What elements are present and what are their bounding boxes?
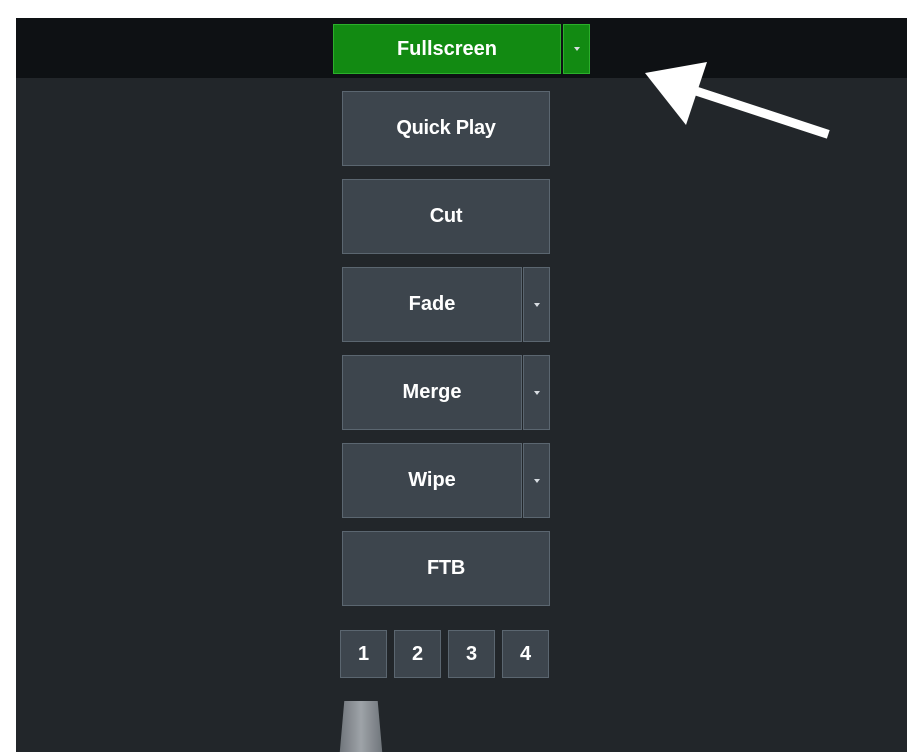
fullscreen-dropdown-button[interactable] <box>563 24 590 74</box>
cut-label: Cut <box>429 205 463 227</box>
fullscreen-label: Fullscreen <box>396 37 498 60</box>
ftb-button[interactable]: FTB <box>342 531 550 606</box>
wipe-dropdown-button[interactable] <box>523 443 550 518</box>
quick-play-button[interactable]: Quick Play <box>342 91 550 166</box>
transition-2-button[interactable]: 2 <box>394 630 441 678</box>
transition-3-button[interactable]: 3 <box>448 630 495 678</box>
chevron-down-icon <box>533 302 540 307</box>
transition-panel: Fullscreen Quick Play Cut Fade Merge Wip… <box>16 18 907 752</box>
transition-1-label: 1 <box>357 642 370 665</box>
merge-button[interactable]: Merge <box>342 355 522 430</box>
merge-label: Merge <box>402 381 462 403</box>
chevron-down-icon <box>533 478 540 483</box>
top-toolbar: Fullscreen <box>16 18 907 78</box>
transition-4-label: 4 <box>519 642 532 665</box>
transition-1-button[interactable]: 1 <box>340 630 387 678</box>
fade-label: Fade <box>408 293 456 315</box>
t-bar-handle[interactable] <box>339 701 383 752</box>
quick-play-label: Quick Play <box>396 117 496 139</box>
chevron-down-icon <box>573 47 580 51</box>
wipe-button[interactable]: Wipe <box>342 443 522 518</box>
wipe-label: Wipe <box>408 469 456 491</box>
fullscreen-button[interactable]: Fullscreen <box>333 24 561 74</box>
transition-3-label: 3 <box>465 642 478 665</box>
fade-button[interactable]: Fade <box>342 267 522 342</box>
merge-dropdown-button[interactable] <box>523 355 550 430</box>
fade-dropdown-button[interactable] <box>523 267 550 342</box>
ftb-label: FTB <box>427 557 465 579</box>
chevron-down-icon <box>533 390 540 395</box>
cut-button[interactable]: Cut <box>342 179 550 254</box>
transition-4-button[interactable]: 4 <box>502 630 549 678</box>
transition-2-label: 2 <box>411 642 424 665</box>
